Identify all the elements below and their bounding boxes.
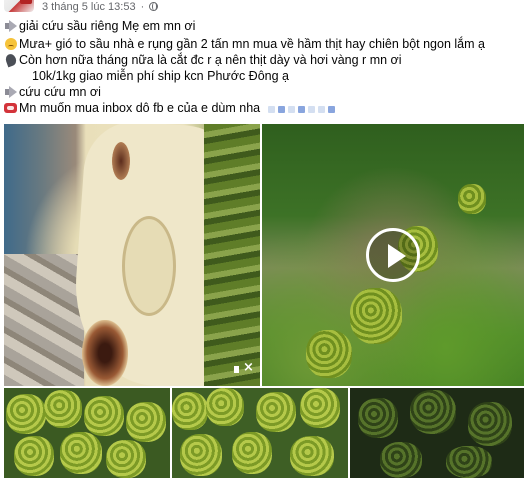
durian-fruit xyxy=(232,432,272,474)
durian-fruit xyxy=(468,402,512,446)
durian-fruit xyxy=(44,390,82,428)
sad-face-icon xyxy=(4,38,18,50)
globe-icon xyxy=(149,2,159,11)
post-timestamp[interactable]: 3 tháng 5 lúc 13:53 xyxy=(42,1,136,13)
post-meta: 3 tháng 5 lúc 13:53 · xyxy=(42,1,159,14)
post-header: 3 tháng 5 lúc 13:53 · xyxy=(0,0,528,16)
play-icon[interactable] xyxy=(366,228,420,282)
durian-fruit xyxy=(300,388,340,428)
phone-icon xyxy=(4,102,18,114)
post-line-text: giải cứu sầu riêng Mẹ em mn ơi xyxy=(19,19,196,33)
durian-fruit xyxy=(180,434,222,476)
post-line-3: Còn hơn nữa tháng nữa là cắt đc r ạ nên … xyxy=(4,52,402,68)
durian-fruit xyxy=(206,388,244,426)
post-line-1: giải cứu sầu riêng Mẹ em mn ơi xyxy=(4,18,195,34)
post-line-2: Mưa+ gió to sầu nhà e rụng gần 2 tấn mn … xyxy=(4,36,485,52)
durian-fruit xyxy=(60,432,102,474)
megaphone-icon xyxy=(4,86,18,98)
megaphone-icon xyxy=(4,20,18,32)
post-line-4: 10k/1kg giao miễn phí ship kcn Phước Đôn… xyxy=(32,68,289,84)
post-line-6: Mn muốn mua inbox dô fb e của e dùm nha xyxy=(4,100,338,117)
photo-durian-pile-3[interactable] xyxy=(350,388,524,478)
post-line-text: 10k/1kg giao miễn phí ship kcn Phước Đôn… xyxy=(32,69,289,83)
durian-fruit xyxy=(458,184,486,214)
rot-spot xyxy=(112,142,130,180)
durian-fruit xyxy=(446,446,492,478)
durian-fruit xyxy=(106,440,146,478)
redacted-link[interactable] xyxy=(267,101,338,117)
durian-fruit xyxy=(380,442,422,478)
photo-durian-cut[interactable] xyxy=(4,124,260,386)
meta-separator: · xyxy=(140,1,145,13)
video-fallen-durians[interactable] xyxy=(262,124,524,386)
durian-fruit xyxy=(290,436,334,476)
post-line-5: cứu cứu mn ơi xyxy=(4,84,101,100)
leaf-icon xyxy=(4,54,18,66)
post-line-text: Mn muốn mua inbox dô fb e của e dùm nha xyxy=(19,101,261,115)
post-line-text: cứu cứu mn ơi xyxy=(19,85,101,99)
rock-background xyxy=(4,254,84,386)
durian-fruit xyxy=(306,330,352,378)
durian-fruit xyxy=(84,396,124,436)
durian-seed-cavity xyxy=(122,216,176,316)
mute-icon[interactable] xyxy=(234,360,254,378)
durian-fruit xyxy=(256,392,296,432)
avatar[interactable] xyxy=(4,0,34,12)
durian-fruit xyxy=(6,394,46,434)
photo-durian-pile-1[interactable] xyxy=(4,388,170,478)
durian-fruit xyxy=(14,436,54,476)
durian-fruit xyxy=(172,392,208,430)
durian-fruit xyxy=(126,402,166,442)
durian-fruit xyxy=(410,390,456,434)
photo-durian-pile-2[interactable] xyxy=(172,388,348,478)
post-line-text: Còn hơn nữa tháng nữa là cắt đc r ạ nên … xyxy=(19,53,402,67)
post-line-text: Mưa+ gió to sầu nhà e rụng gần 2 tấn mn … xyxy=(19,37,485,51)
rot-spot xyxy=(82,320,128,386)
durian-fruit xyxy=(358,398,398,438)
durian-fruit xyxy=(350,288,402,344)
durian-rind xyxy=(204,124,260,386)
